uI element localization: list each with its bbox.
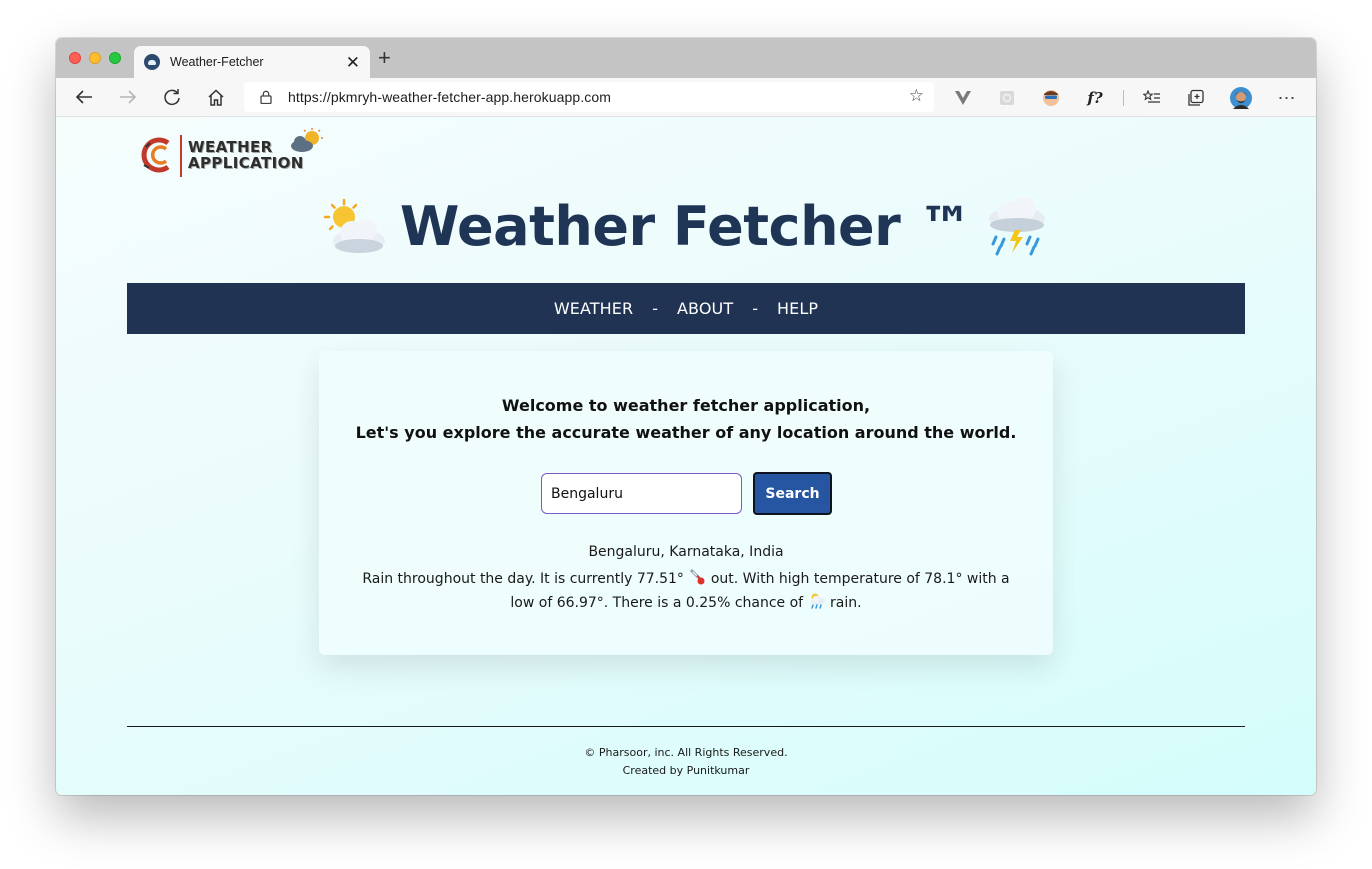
browser-window: Weather-Fetcher ✕ + https://pkmryh-weath… (56, 38, 1316, 795)
close-window-button[interactable] (69, 52, 81, 64)
zoom-window-button[interactable] (109, 52, 121, 64)
favorite-star-icon[interactable]: ☆ (909, 86, 924, 106)
avatar-extension-icon[interactable] (1040, 87, 1062, 109)
profile-avatar[interactable] (1230, 87, 1252, 109)
search-button[interactable]: Search (753, 472, 832, 515)
weather-application-logo[interactable]: WEATHER APPLICATION (140, 127, 330, 183)
thermometer-icon (690, 569, 705, 585)
sun-behind-cloud-icon (323, 198, 385, 253)
footer-divider (127, 726, 1245, 727)
back-icon[interactable] (72, 86, 96, 108)
welcome-message: Welcome to weather fetcher application, … (319, 392, 1053, 446)
cloud-rain-icon (810, 593, 825, 609)
address-bar[interactable]: https://pkmryh-weather-fetcher-app.herok… (244, 82, 934, 112)
forward-icon[interactable] (116, 86, 140, 108)
logo-line-1: WEATHER (188, 138, 273, 156)
nav-weather-link[interactable]: WEATHER (554, 299, 633, 318)
refresh-icon[interactable] (160, 86, 184, 108)
weather-card: Welcome to weather fetcher application, … (319, 351, 1053, 655)
nav-separator: - (652, 299, 659, 318)
extension-grid-icon[interactable] (996, 87, 1018, 109)
forecast-text-1: Rain throughout the day. It is currently… (362, 571, 684, 587)
url-text: https://pkmryh-weather-fetcher-app.herok… (288, 89, 612, 105)
credit-text: Created by Punitkumar (622, 764, 750, 777)
hero: Weather Fetcher ™ (56, 195, 1316, 258)
home-icon[interactable] (204, 86, 228, 108)
browser-tab[interactable]: Weather-Fetcher ✕ (134, 46, 370, 78)
copyright-text: © Pharsoor, inc. All Rights Reserved. (584, 746, 788, 759)
tab-title: Weather-Fetcher (170, 55, 264, 69)
logo-divider (180, 135, 182, 177)
nav-about-link[interactable]: ABOUT (677, 299, 733, 318)
page-title: Weather Fetcher ™ (399, 195, 973, 258)
nav-help-link[interactable]: HELP (777, 299, 818, 318)
favorites-list-icon[interactable] (1141, 87, 1163, 109)
location-search-input[interactable] (541, 473, 742, 514)
location-result: Bengaluru, Karnataka, India (588, 544, 784, 560)
favicon-icon (144, 54, 160, 70)
web-page: WEATHER APPLICATION Weather Fetcher ™ WE… (56, 117, 1316, 795)
logo-text: WEATHER APPLICATION (188, 139, 304, 171)
collections-icon[interactable] (1185, 87, 1207, 109)
more-menu-icon[interactable]: ⋯ (1276, 87, 1298, 109)
vue-devtools-icon[interactable] (952, 87, 974, 109)
browser-toolbar: https://pkmryh-weather-fetcher-app.herok… (56, 78, 1316, 117)
welcome-line-1: Welcome to weather fetcher application, (501, 396, 871, 415)
minimize-window-button[interactable] (89, 52, 101, 64)
logo-c-icon (141, 137, 170, 173)
function-extension-icon[interactable]: f? (1084, 87, 1106, 109)
cloud-sun-icon (291, 128, 323, 152)
thunder-cloud-rain-icon (989, 196, 1046, 255)
new-tab-icon[interactable]: + (378, 47, 391, 69)
welcome-line-2: Let's you explore the accurate weather o… (355, 423, 1017, 442)
logo-line-2: APPLICATION (188, 154, 304, 172)
main-nav: WEATHER - ABOUT - HELP (127, 283, 1245, 334)
nav-separator: - (752, 299, 759, 318)
forecast-result: Rain throughout the day. It is currently… (357, 567, 1015, 615)
lock-icon (260, 90, 272, 109)
forecast-text-3: rain. (830, 595, 862, 611)
footer: © Pharsoor, inc. All Rights Reserved. Cr… (56, 744, 1316, 780)
toolbar-separator (1123, 90, 1124, 106)
tab-strip: Weather-Fetcher ✕ + (56, 38, 1316, 78)
close-icon[interactable]: ✕ (346, 54, 360, 71)
